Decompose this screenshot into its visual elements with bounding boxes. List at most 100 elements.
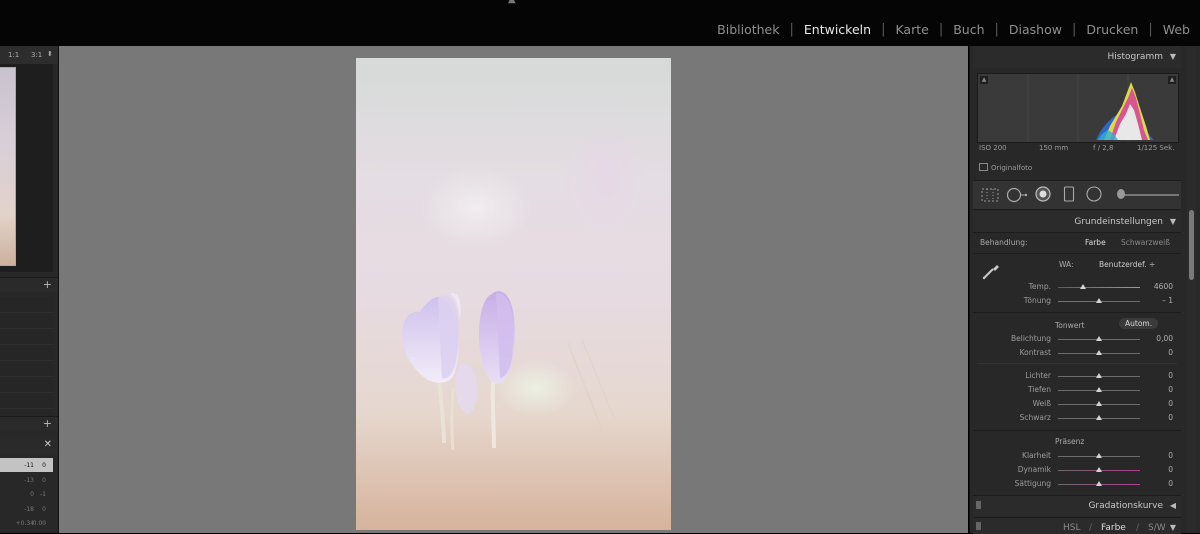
zoom-1-1[interactable]: 1:1 [8, 51, 19, 59]
red-eye-correction-icon[interactable] [1035, 186, 1051, 202]
crop-overlay-icon[interactable] [981, 188, 999, 202]
list-item[interactable] [0, 297, 53, 313]
blacks-label: Schwarz [1019, 413, 1051, 422]
white-balance-section: WA: Benutzerdef. ÷ Temp. 4600 Tönung – 1 [973, 253, 1181, 312]
history-header[interactable]: ✕ [0, 438, 58, 454]
image-canvas[interactable] [59, 46, 968, 533]
panel-toggle-switch-icon[interactable] [976, 522, 981, 530]
treatment-row: Behandlung: Farbe Schwarzweiß [973, 232, 1181, 253]
adjustment-brush-icon[interactable] [1117, 189, 1125, 199]
histogram-display[interactable]: ▲ ▲ [977, 73, 1179, 143]
graduated-filter-icon[interactable] [1063, 186, 1075, 202]
original-photo-toggle[interactable]: Originalfoto [979, 163, 1032, 172]
spot-removal-icon[interactable] [1006, 187, 1028, 203]
module-drucken[interactable]: Drucken [1076, 22, 1148, 37]
tab-separator: / [1089, 523, 1093, 533]
tone-curve-header[interactable]: Gradationskurve ◀ [973, 495, 1181, 516]
list-item[interactable] [0, 345, 53, 361]
saturation-slider-knob[interactable] [1096, 481, 1102, 486]
collapse-top-panel-icon[interactable]: ▲ [508, 0, 516, 5]
exposure-slider-knob[interactable] [1096, 336, 1102, 341]
module-web[interactable]: Web [1153, 22, 1200, 37]
tab-hsl[interactable]: HSL [1063, 523, 1081, 533]
list-item[interactable] [0, 329, 53, 345]
snapshots-header[interactable]: + [0, 416, 58, 431]
vibrance-slider-knob[interactable] [1096, 467, 1102, 472]
history-row[interactable]: +0.34 0.00 [0, 516, 53, 530]
vibrance-label: Dynamik [1017, 465, 1051, 474]
highlights-slider-knob[interactable] [1096, 373, 1102, 378]
presence-section: Präsenz Klarheit 0 Dynamik 0 Sättigung 0 [973, 430, 1181, 494]
contrast-label: Kontrast [1019, 348, 1051, 357]
treatment-bw-option[interactable]: Schwarzweiß [1121, 238, 1170, 247]
scrollbar-thumb[interactable] [1189, 210, 1194, 280]
history-row[interactable]: -18 0 [0, 502, 53, 516]
tab-separator: / [1136, 523, 1140, 533]
history-row[interactable]: 0 -1 [0, 487, 53, 501]
tab-sw[interactable]: S/W [1148, 523, 1166, 533]
iso-value: ISO 200 [979, 144, 1007, 152]
module-bibliothek[interactable]: Bibliothek [707, 22, 789, 37]
tint-value[interactable]: – 1 [1143, 296, 1173, 305]
right-panel-scrollbar[interactable] [1187, 47, 1196, 533]
basic-panel-title: Grundeinstellungen [1074, 217, 1163, 227]
exposure-value[interactable]: 0,00 [1143, 334, 1173, 343]
module-entwickeln[interactable]: Entwickeln [794, 22, 881, 37]
clarity-slider-knob[interactable] [1096, 453, 1102, 458]
list-item[interactable] [0, 377, 53, 393]
history-row[interactable]: -13 0 [0, 473, 53, 487]
zoom-dropdown-icon[interactable]: ⬍ [47, 50, 53, 58]
module-buch[interactable]: Buch [943, 22, 994, 37]
module-diashow[interactable]: Diashow [999, 22, 1072, 37]
navigator-preview[interactable] [0, 64, 53, 272]
tone-label: Tonwert [1055, 321, 1085, 330]
tab-farbe[interactable]: Farbe [1101, 523, 1126, 533]
wb-label: WA: [1059, 260, 1074, 269]
contrast-value[interactable]: 0 [1143, 348, 1173, 357]
checkbox-icon[interactable] [979, 163, 988, 171]
collapse-triangle-icon[interactable]: ▼ [1170, 52, 1176, 61]
shadows-value[interactable]: 0 [1143, 385, 1173, 394]
shadows-slider-knob[interactable] [1096, 387, 1102, 392]
zoom-3-1[interactable]: 3:1 [31, 51, 42, 59]
add-snapshot-icon[interactable]: + [43, 417, 52, 430]
histogram-header[interactable]: Histogramm ▼ [973, 46, 1181, 68]
history-row[interactable]: -11 0 [0, 458, 53, 472]
radial-filter-icon[interactable] [1086, 186, 1102, 202]
navigator-thumbnail[interactable] [0, 67, 16, 266]
collapse-triangle-icon[interactable]: ▼ [1170, 523, 1176, 532]
wb-preset-dropdown[interactable]: Benutzerdef. ÷ [1099, 260, 1155, 269]
temp-value[interactable]: 4600 [1143, 282, 1173, 291]
tint-slider-knob[interactable] [1096, 298, 1102, 303]
clarity-value[interactable]: 0 [1143, 451, 1173, 460]
presets-header[interactable]: + [0, 277, 58, 292]
panel-toggle-switch-icon[interactable] [976, 501, 981, 509]
basic-panel-header[interactable]: Grundeinstellungen ▼ [973, 211, 1181, 233]
highlights-label: Lichter [1025, 371, 1051, 380]
clear-history-icon[interactable]: ✕ [44, 439, 52, 450]
focal-length-value: 150 mm [1039, 144, 1069, 152]
saturation-value[interactable]: 0 [1143, 479, 1173, 488]
contrast-slider-knob[interactable] [1096, 350, 1102, 355]
list-item[interactable] [0, 361, 53, 377]
add-preset-icon[interactable]: + [43, 278, 52, 291]
temp-slider-knob[interactable] [1079, 284, 1086, 289]
whites-slider-knob[interactable] [1096, 401, 1102, 406]
whites-value[interactable]: 0 [1143, 399, 1173, 408]
module-karte[interactable]: Karte [885, 22, 938, 37]
highlights-value[interactable]: 0 [1143, 371, 1173, 380]
list-item[interactable] [0, 313, 53, 329]
adjustment-brush-slider-track[interactable] [1121, 194, 1179, 196]
treatment-color-option[interactable]: Farbe [1085, 238, 1106, 247]
expand-triangle-icon[interactable]: ◀ [1170, 501, 1176, 510]
vibrance-value[interactable]: 0 [1143, 465, 1173, 474]
eyedropper-icon[interactable] [981, 259, 1003, 281]
auto-tone-button[interactable]: Autom. [1119, 318, 1159, 329]
collapse-triangle-icon[interactable]: ▼ [1170, 217, 1176, 226]
blacks-slider-knob[interactable] [1096, 415, 1102, 420]
temp-slider[interactable] [1058, 287, 1140, 288]
photo-preview[interactable] [356, 58, 671, 530]
blacks-value[interactable]: 0 [1143, 413, 1173, 422]
hsl-header[interactable]: HSL / Farbe / S/W ▼ [973, 517, 1181, 534]
list-item[interactable] [0, 393, 53, 409]
